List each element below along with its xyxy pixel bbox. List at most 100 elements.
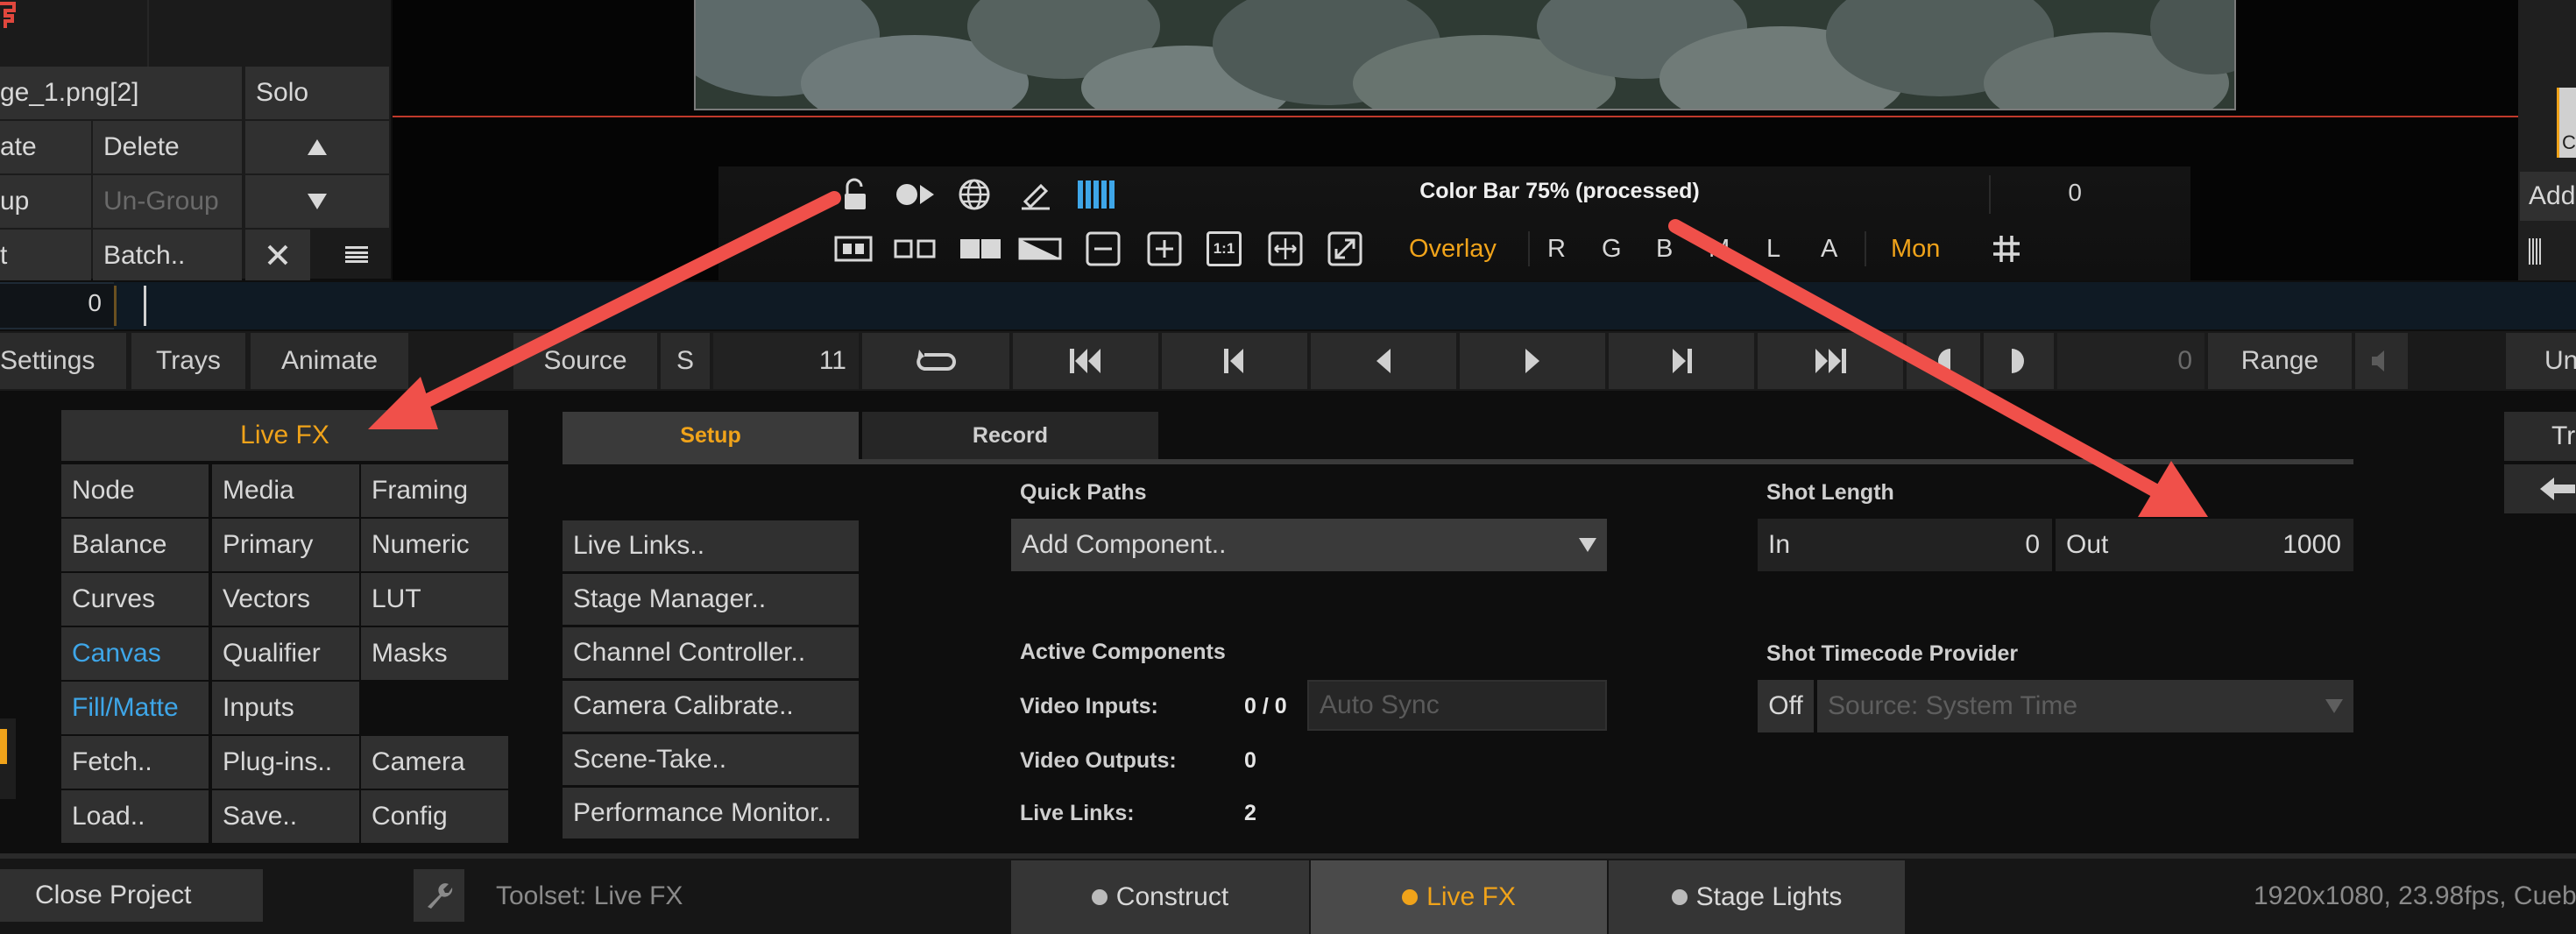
play-reverse-button[interactable] xyxy=(1311,333,1456,389)
menu-curves[interactable]: Curves xyxy=(61,573,209,626)
channel-g-button[interactable]: G xyxy=(1602,235,1622,264)
menu-load[interactable]: Load.. xyxy=(61,790,209,843)
fullscreen-button[interactable] xyxy=(1325,230,1365,268)
monitor-button[interactable]: Mon xyxy=(1891,235,1940,264)
annotate-button[interactable] xyxy=(1016,175,1055,214)
wipe-button[interactable] xyxy=(1016,230,1064,268)
split-view-button[interactable] xyxy=(957,230,1004,268)
lock-button[interactable] xyxy=(838,175,873,214)
audio-mute-button[interactable] xyxy=(2355,333,2408,389)
out-field[interactable]: Out 1000 xyxy=(2056,519,2353,571)
current-frame-field[interactable]: 0 xyxy=(2057,333,2204,389)
add-component-dropdown[interactable]: Add Component.. xyxy=(1011,519,1607,571)
right-undo-button[interactable]: Un xyxy=(2506,333,2576,389)
camera-calibrate-button[interactable]: Camera Calibrate.. xyxy=(563,681,859,732)
menu-camera[interactable]: Camera xyxy=(361,736,508,789)
menu-balance[interactable]: Balance xyxy=(61,519,209,571)
group-button[interactable]: up xyxy=(0,175,91,228)
live-links-button[interactable]: Live Links.. xyxy=(563,520,859,571)
channel-b-button[interactable]: B xyxy=(1656,235,1673,264)
next-keyframe-button[interactable] xyxy=(1609,333,1754,389)
move-down-button[interactable] xyxy=(245,175,389,228)
frame-count-field[interactable]: 11 xyxy=(713,333,859,389)
timecode-source-dropdown[interactable]: Source: System Time xyxy=(1817,680,2353,732)
menu-inputs[interactable]: Inputs xyxy=(212,682,359,734)
mode-stage-lights-tab[interactable]: Stage Lights xyxy=(1609,860,1905,934)
menu-canvas[interactable]: Canvas xyxy=(61,627,209,680)
layer-name-field[interactable]: ge_1.png[2] xyxy=(0,67,242,119)
menu-fill-matte[interactable]: Fill/Matte xyxy=(61,682,209,734)
scene-take-button[interactable]: Scene-Take.. xyxy=(563,734,859,785)
close-project-button[interactable]: Close Project xyxy=(0,869,263,922)
toolset-wrench-button[interactable] xyxy=(414,869,464,922)
close-button[interactable] xyxy=(245,230,310,280)
mark-out-button[interactable] xyxy=(1984,333,2054,389)
timeline-frame-field[interactable]: 0 xyxy=(0,289,102,317)
menu-node[interactable]: Node xyxy=(61,464,209,517)
mode-livefx-tab[interactable]: Live FX xyxy=(1311,860,1607,934)
go-to-start-button[interactable] xyxy=(1013,333,1158,389)
settings-button[interactable]: Settings xyxy=(0,333,126,389)
stage-manager-button[interactable]: Stage Manager.. xyxy=(563,574,859,625)
timecode-off-toggle[interactable]: Off xyxy=(1758,680,1814,732)
channel-m-button[interactable]: M xyxy=(1709,235,1730,264)
zoom-out-button[interactable] xyxy=(1083,230,1123,268)
menu-fetch[interactable]: Fetch.. xyxy=(61,736,209,789)
source-button[interactable]: Source xyxy=(513,333,657,389)
list-menu-button[interactable] xyxy=(324,230,389,280)
overlay-button[interactable]: Overlay xyxy=(1409,235,1497,264)
move-up-button[interactable] xyxy=(245,121,389,173)
solo-button[interactable]: Solo xyxy=(245,67,389,119)
menu-media[interactable]: Media xyxy=(212,464,359,517)
channel-l-button[interactable]: L xyxy=(1766,235,1780,264)
frame-compare-button[interactable] xyxy=(892,230,939,268)
right-add-button[interactable]: Add xyxy=(2520,172,2576,221)
zoom-in-button[interactable] xyxy=(1144,230,1185,268)
mode-construct-tab[interactable]: Construct xyxy=(1011,860,1309,934)
playhead[interactable] xyxy=(144,286,146,326)
timeline-track[interactable] xyxy=(114,282,2576,329)
film-strip-button[interactable] xyxy=(832,230,874,268)
channel-r-button[interactable]: R xyxy=(1547,235,1566,264)
menu-save[interactable]: Save.. xyxy=(212,790,359,843)
s-button[interactable]: S xyxy=(661,333,710,389)
batch-button[interactable]: Batch.. xyxy=(93,230,242,280)
channel-controller-button[interactable]: Channel Controller.. xyxy=(563,627,859,678)
fit-button[interactable] xyxy=(1265,230,1306,268)
tab-setup[interactable]: Setup xyxy=(563,412,859,459)
play-button[interactable] xyxy=(1460,333,1605,389)
delete-button[interactable]: Delete xyxy=(93,121,242,173)
edit-button[interactable]: t xyxy=(0,230,91,280)
toolset-header[interactable]: Live FX xyxy=(61,410,508,461)
menu-framing[interactable]: Framing xyxy=(361,464,508,517)
menu-qualifier[interactable]: Qualifier xyxy=(212,627,359,680)
duplicate-button[interactable]: ate xyxy=(0,121,91,173)
zoom-one-to-one-button[interactable]: 1:1 xyxy=(1204,230,1244,268)
record-button[interactable] xyxy=(894,175,938,214)
trays-button[interactable]: Trays xyxy=(131,333,245,389)
loop-button[interactable] xyxy=(862,333,1009,389)
tab-record[interactable]: Record xyxy=(862,412,1158,459)
menu-numeric[interactable]: Numeric xyxy=(361,519,508,571)
color-bars-button[interactable] xyxy=(1076,175,1118,214)
menu-masks[interactable]: Masks xyxy=(361,627,508,680)
menu-config[interactable]: Config xyxy=(361,790,508,843)
previous-keyframe-button[interactable] xyxy=(1162,333,1307,389)
auto-sync-field[interactable]: Auto Sync xyxy=(1307,680,1607,731)
channel-a-button[interactable]: A xyxy=(1821,235,1837,264)
grid-button[interactable] xyxy=(1989,230,2024,268)
right-back-button[interactable] xyxy=(2504,464,2576,513)
range-button[interactable]: Range xyxy=(2208,333,2352,389)
globe-button[interactable] xyxy=(955,175,994,214)
right-tr-button[interactable]: Tr xyxy=(2504,412,2576,461)
mark-in-button[interactable] xyxy=(1907,333,1980,389)
menu-lut[interactable]: LUT xyxy=(361,573,508,626)
go-to-end-button[interactable] xyxy=(1758,333,1903,389)
ungroup-button[interactable]: Un-Group xyxy=(93,175,242,228)
performance-monitor-button[interactable]: Performance Monitor.. xyxy=(563,788,859,838)
animate-button[interactable]: Animate xyxy=(251,333,408,389)
menu-plug-ins[interactable]: Plug-ins.. xyxy=(212,736,359,789)
menu-primary[interactable]: Primary xyxy=(212,519,359,571)
menu-vectors[interactable]: Vectors xyxy=(212,573,359,626)
in-field[interactable]: In 0 xyxy=(1758,519,2052,571)
